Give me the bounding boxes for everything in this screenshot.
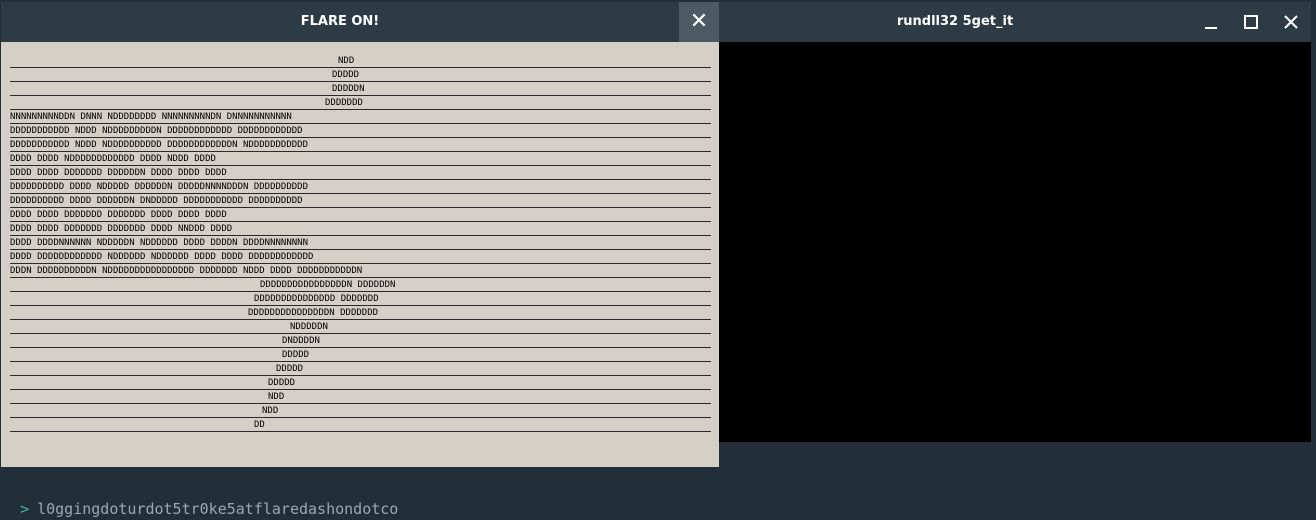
maximize-icon (1244, 15, 1258, 29)
rundll-titlebar[interactable]: rundll32 5get_it (719, 2, 1311, 42)
ascii-art-line: DDDDDDDDDDD NDDD NDDDDDDDDDD DDDDDDDDDDD… (10, 138, 711, 152)
flare-on-window: FLARE ON! ✕ NDD DDDDD DDDDDN DDDDDDD NNNNNNN… (1, 2, 719, 467)
close-icon: ✕ (689, 9, 709, 34)
ascii-art-line: DDDDDDDDDDDDDDDN DDDDDDD (10, 306, 711, 320)
ascii-art-canvas: NDD DDDDD DDDDDN DDDDDDD NNNNNNNNNDDN DNNN N… (10, 54, 711, 432)
ascii-art-line: DDDN DDDDDDDDDDN NDDDDDDDDDDDDDDDD DDDDD… (10, 264, 711, 278)
ascii-art-line: DDDD DDDDDDDDDDDD NDDDDDD NDDDDDD DDDD D… (10, 250, 711, 264)
ascii-art-line: NDD (10, 390, 711, 404)
ascii-art-line: DDDD DDDD NDDDDDDDDDDDD DDDD NDDD DDDD (10, 152, 711, 166)
prompt-chevron: > (20, 500, 30, 518)
ascii-art-line: NDD (10, 54, 711, 68)
ascii-art-line: DNDDDDN (10, 334, 711, 348)
rundll-window-title: rundll32 5get_it (896, 14, 1014, 29)
ascii-art-line: DDDDDDDDDDDDDDDDN DDDDDDN (10, 278, 711, 292)
ascii-art-line: DDDD DDDD DDDDDDD DDDDDDN DDDD DDDD DDDD (10, 166, 711, 180)
ascii-art-line: NDDDDDN (10, 320, 711, 334)
ascii-art-line: DDDDD (10, 348, 711, 362)
minimize-button[interactable] (1191, 2, 1231, 42)
rundll-close-button[interactable] (1271, 2, 1311, 42)
ascii-art-line: DDDDD (10, 362, 711, 376)
rundll32-window: rundll32 5get_it (719, 2, 1311, 442)
flare-close-button[interactable]: ✕ (679, 2, 719, 42)
flare-window-title: FLARE ON! (300, 14, 380, 29)
ascii-art-line: DDDDDDDDDD DDDD DDDDDDN DNDDDDD DDDDDDDD… (10, 194, 711, 208)
ascii-art-line: NNNNNNNNNDDN DNNN NDDDDDDDD NNNNNNNNNDN … (10, 110, 711, 124)
ascii-art-line: DDDD DDDDNNNNNN NDDDDDN NDDDDDD DDDD DDD… (10, 236, 711, 250)
minimize-icon (1205, 27, 1217, 29)
flare-titlebar[interactable]: FLARE ON! ✕ (1, 2, 719, 42)
ascii-art-line: DDDDD (10, 376, 711, 390)
close-icon (1284, 15, 1298, 29)
ascii-art-line: DDDDD (10, 68, 711, 82)
ascii-art-line: NDD (10, 404, 711, 418)
ascii-art-line: DDDDDDDDDDD NDDD NDDDDDDDDDN DDDDDDDDDDD… (10, 124, 711, 138)
ascii-art-line: DDDDDDDDDDDDDDD DDDDDDD (10, 292, 711, 306)
maximize-button[interactable] (1231, 2, 1271, 42)
terminal-prompt-line[interactable]: > l0ggingdoturdot5tr0ke5atflaredashondotc… (0, 476, 398, 518)
ascii-art-line: DDDD DDDD DDDDDDD DDDDDDD DDDD NNDDD DDD… (10, 222, 711, 236)
terminal-input-text: l0ggingdoturdot5tr0ke5atflaredashondotco (37, 500, 399, 518)
ascii-art-line: DDDDDN (10, 82, 711, 96)
ascii-art-line: DDDDDDD (10, 96, 711, 110)
ascii-art-line: DDDDDDDDDD DDDD NDDDDD DDDDDDN DDDDDNNNN… (10, 180, 711, 194)
ascii-art-line: DDDD DDDD DDDDDDD DDDDDDD DDDD DDDD DDDD (10, 208, 711, 222)
ascii-art-line: DD (10, 418, 711, 432)
